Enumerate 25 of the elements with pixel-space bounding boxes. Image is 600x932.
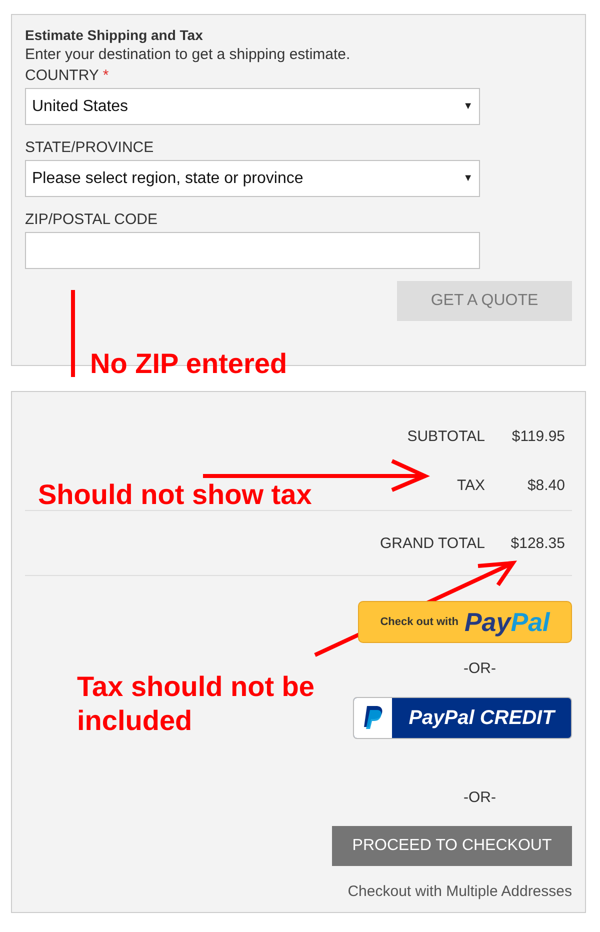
intro-text: Enter your destination to get a shipping estimate. (25, 46, 352, 63)
total-label: GRAND TOTAL (380, 534, 485, 552)
multi-address-link[interactable]: Checkout with Multiple Addresses (348, 883, 572, 900)
total-value: $8.40 (526, 477, 565, 494)
paypal-button[interactable]: Check out with PayPal (358, 601, 572, 643)
total-value: $128.35 (510, 534, 565, 552)
required-mark: * (102, 67, 109, 84)
field-label: ZIP/POSTAL CODE (25, 211, 158, 228)
input-field[interactable] (25, 232, 480, 269)
annotation-text: Tax should not be included (77, 670, 316, 738)
dropdown-field[interactable]: Please select region, state or province ▼ (25, 160, 480, 197)
separator-text: -OR- (464, 789, 496, 806)
checkout-button[interactable]: PROCEED TO CHECKOUT (332, 826, 572, 866)
dropdown-field[interactable]: United States ▼ (25, 88, 480, 125)
field-label: STATE/PROVINCE (25, 139, 154, 156)
annotation-text: Should not show tax (38, 478, 312, 512)
total-label: SUBTOTAL (407, 428, 485, 445)
field-label: COUNTRY (25, 67, 99, 84)
paypal-credit-button[interactable]: PayPal CREDIT (353, 697, 572, 739)
separator-text: -OR- (464, 660, 496, 677)
p-logo-icon (362, 705, 384, 731)
total-value: $119.95 (510, 428, 565, 445)
section-title: Estimate Shipping and Tax (25, 27, 204, 43)
total-label: TAX (456, 477, 485, 494)
annotation-text: No ZIP entered (90, 347, 288, 381)
